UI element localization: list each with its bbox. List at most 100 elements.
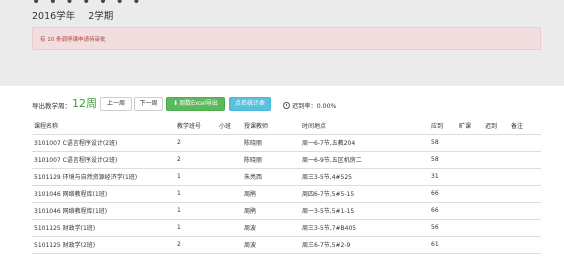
column-header-sub-class: 小班 xyxy=(217,117,242,135)
cell-teacher: 周鹃 xyxy=(242,185,300,203)
table-row: 3101007 C语言程序设计(2班) 2 陈晓丽 周一6-7节,五教204 58 xyxy=(32,134,541,152)
cell-class-number: 2 xyxy=(175,134,217,152)
column-header-time-location: 时间地点 xyxy=(300,117,429,135)
cell-sub-class xyxy=(217,185,242,203)
export-excel-label: 周数Excel导出 xyxy=(179,101,218,107)
download-icon: ⬇ xyxy=(173,101,179,107)
cell-time-location: 周一6-9节,五区机房二 xyxy=(300,151,429,169)
cell-course-name: 5101125 财政学(1班) xyxy=(32,219,175,237)
cell-late-count xyxy=(483,219,509,237)
cell-expected-count: 31 xyxy=(429,168,457,186)
cell-teacher: 陈晓丽 xyxy=(242,151,300,169)
cell-late-count xyxy=(483,202,509,220)
cell-remarks xyxy=(509,134,541,152)
column-header-remarks: 备注 xyxy=(509,117,541,135)
column-header-class-number: 教学班号 xyxy=(175,117,217,135)
cell-time-location: 周三6-7节,5#2-9 xyxy=(300,236,429,254)
cell-absent-count xyxy=(457,151,483,169)
cell-remarks xyxy=(509,202,541,220)
table-header-row: 课程名称 教学班号 小班 授课教师 时间地点 应到 旷课 迟到 备注 xyxy=(32,117,541,135)
cell-sub-class xyxy=(217,219,242,237)
cell-absent-count xyxy=(457,219,483,237)
cell-remarks xyxy=(509,219,541,237)
table-body: 3101007 C语言程序设计(2班) 2 陈晓丽 周一6-7节,五教204 58 310… xyxy=(32,134,541,254)
cell-late-count xyxy=(483,151,509,169)
cell-expected-count: 58 xyxy=(429,151,457,169)
cell-sub-class xyxy=(217,168,242,186)
cell-class-number: 2 xyxy=(175,151,217,169)
cell-expected-count: 66 xyxy=(429,185,457,203)
pending-approval-alert: 有 10 条调停课申请待审批 xyxy=(32,27,541,50)
column-header-teacher: 授课教师 xyxy=(242,117,300,135)
page-header-panel: • • • • • • • 2016学年 2学期 有 10 条调停课申请待审批 xyxy=(0,0,564,86)
export-week-label: 导出教学周： xyxy=(32,102,71,110)
roll-call-stats-button[interactable]: 点名统计表 xyxy=(229,97,271,111)
term-info: 2016学年 2学期 xyxy=(32,8,123,22)
cell-course-name: 3101046 网络教程库(1班) xyxy=(32,185,175,203)
cell-course-name: 3101007 C语言程序设计(2班) xyxy=(32,151,175,169)
table-row: 3101046 网络教程库(1班) 1 周鹃 周四6-7节,5#5-15 66 xyxy=(32,185,541,203)
cell-absent-count xyxy=(457,236,483,254)
cell-time-location: 周一6-7节,五教204 xyxy=(300,134,429,152)
cell-teacher: 周波 xyxy=(242,219,300,237)
late-rate-text: 迟到率：0.00% xyxy=(292,103,337,110)
table-row: 5101129 环境与自然资源经济学(1班) 1 朱亮西 周三3-5节,4#525 31 xyxy=(32,168,541,186)
table-row: 5101125 财政学(2班) 2 周波 周三6-7节,5#2-9 61 xyxy=(32,236,541,254)
table-row: 3101046 网络教程库(1班) 1 周鹃 周一3-5节,5#1-15 66 xyxy=(32,202,541,220)
cell-time-location: 周四6-7节,5#5-15 xyxy=(300,185,429,203)
clock-icon xyxy=(283,102,290,109)
pending-approval-link[interactable]: 有 10 条调停课申请待审批 xyxy=(40,35,106,43)
late-rate: 迟到率：0.00% xyxy=(283,101,336,110)
cell-sub-class xyxy=(217,236,242,254)
cell-class-number: 2 xyxy=(175,236,217,254)
column-header-absent-count: 旷课 xyxy=(457,117,483,135)
cell-time-location: 周三3-5节,7#B405 xyxy=(300,219,429,237)
cell-remarks xyxy=(509,151,541,169)
cell-expected-count: 58 xyxy=(429,134,457,152)
cell-remarks xyxy=(509,168,541,186)
cell-late-count xyxy=(483,236,509,254)
cell-absent-count xyxy=(457,185,483,203)
column-header-expected-count: 应到 xyxy=(429,117,457,135)
cell-expected-count: 56 xyxy=(429,219,457,237)
cell-sub-class xyxy=(217,202,242,220)
cell-absent-count xyxy=(457,202,483,220)
table-row: 3101007 C语言程序设计(2班) 2 陈晓丽 周一6-9节,五区机房二 58 xyxy=(32,151,541,169)
prev-week-button[interactable]: 上一周 xyxy=(100,97,132,111)
cell-sub-class xyxy=(217,134,242,152)
cell-teacher: 朱亮西 xyxy=(242,168,300,186)
cell-class-number: 1 xyxy=(175,185,217,203)
cell-time-location: 周三3-5节,4#525 xyxy=(300,168,429,186)
cell-teacher: 周鹃 xyxy=(242,202,300,220)
cell-expected-count: 66 xyxy=(429,202,457,220)
toolbar: 导出教学周： 12周 上一周 下一周 ⬇周数Excel导出 点名统计表 迟到率：… xyxy=(0,94,564,114)
cell-late-count xyxy=(483,134,509,152)
cell-course-name: 5101125 财政学(2班) xyxy=(32,236,175,254)
cell-class-number: 1 xyxy=(175,202,217,220)
cell-remarks xyxy=(509,185,541,203)
cell-absent-count xyxy=(457,168,483,186)
cell-late-count xyxy=(483,185,509,203)
export-excel-button[interactable]: ⬇周数Excel导出 xyxy=(166,97,225,111)
column-header-course-name: 课程名称 xyxy=(32,117,175,135)
term-semester: 2学期 xyxy=(88,11,114,22)
cell-class-number: 1 xyxy=(175,219,217,237)
next-week-button[interactable]: 下一周 xyxy=(134,97,163,111)
table-row: 5101125 财政学(1班) 1 周波 周三3-5节,7#B405 56 xyxy=(32,219,541,237)
cell-absent-count xyxy=(457,134,483,152)
column-header-late-count: 迟到 xyxy=(483,117,509,135)
cell-course-name: 3101046 网络教程库(1班) xyxy=(32,202,175,220)
cell-course-name: 3101007 C语言程序设计(2班) xyxy=(32,134,175,152)
cell-expected-count: 61 xyxy=(429,236,457,254)
cell-time-location: 周一3-5节,5#1-15 xyxy=(300,202,429,220)
cell-remarks xyxy=(509,236,541,254)
cell-teacher: 周波 xyxy=(242,236,300,254)
cell-sub-class xyxy=(217,151,242,169)
current-week-value: 12周 xyxy=(72,97,97,110)
schedule-table: 课程名称 教学班号 小班 授课教师 时间地点 应到 旷课 迟到 备注 3101007 C语言程序… xyxy=(32,117,541,254)
cell-class-number: 1 xyxy=(175,168,217,186)
term-year: 2016学年 xyxy=(32,11,76,22)
cell-teacher: 陈晓丽 xyxy=(242,134,300,152)
cell-late-count xyxy=(483,168,509,186)
cell-course-name: 5101129 环境与自然资源经济学(1班) xyxy=(32,168,175,186)
